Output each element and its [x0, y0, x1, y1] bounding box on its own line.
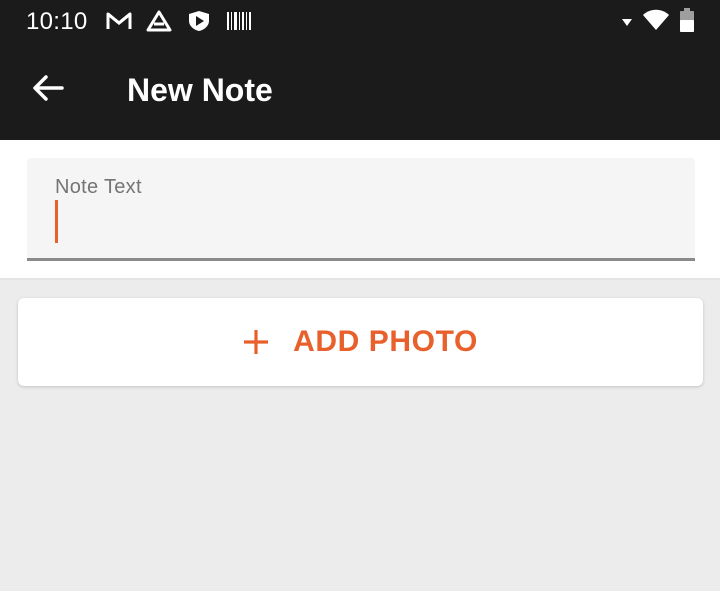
drive-icon — [146, 10, 172, 32]
battery-icon — [680, 8, 694, 37]
text-cursor — [55, 200, 58, 243]
status-bar: 10:10 — [0, 0, 720, 42]
wifi-icon — [642, 9, 670, 36]
shield-play-icon — [186, 10, 212, 32]
app-bar: New Note — [0, 42, 720, 140]
signal-icon — [622, 14, 632, 32]
plus-icon — [243, 329, 269, 355]
notification-icons — [106, 10, 252, 32]
note-section: Note Text — [0, 140, 720, 280]
back-button[interactable] — [24, 66, 72, 114]
note-text-label: Note Text — [55, 176, 142, 198]
arrow-back-icon — [32, 74, 64, 107]
add-photo-button[interactable]: ADD PHOTO — [18, 298, 703, 386]
status-time: 10:10 — [26, 8, 88, 35]
gmail-icon — [106, 10, 132, 32]
page-title: New Note — [127, 72, 273, 108]
add-photo-label: ADD PHOTO — [293, 325, 478, 358]
note-text-field[interactable]: Note Text — [27, 158, 695, 261]
barcode-icon — [226, 10, 252, 32]
system-icons — [622, 8, 694, 37]
